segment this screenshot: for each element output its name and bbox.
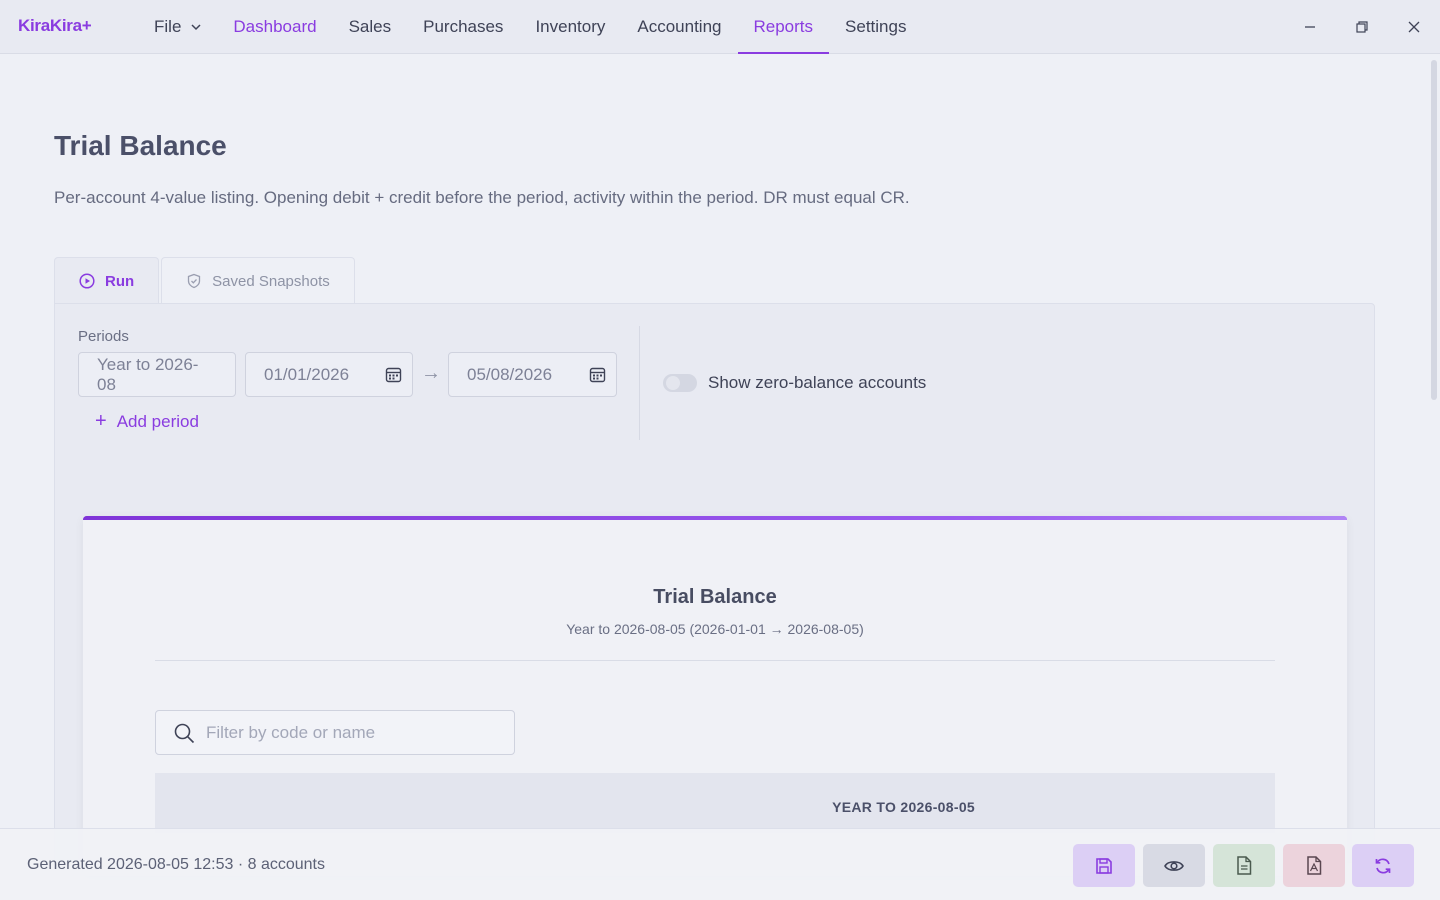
calendar-icon[interactable] — [385, 366, 402, 383]
tab-run-label: Run — [105, 272, 135, 290]
menu-settings[interactable]: Settings — [829, 0, 922, 54]
scrollbar[interactable] — [1426, 54, 1440, 828]
menu-sales[interactable]: Sales — [333, 0, 408, 54]
export-csv-button[interactable] — [1213, 844, 1275, 887]
tab-snapshots-label: Saved Snapshots — [212, 272, 330, 290]
menu-file-label: File — [154, 17, 182, 36]
minimize-icon — [1305, 26, 1315, 28]
tab-run[interactable]: Run — [54, 257, 160, 304]
save-snapshot-button[interactable] — [1073, 844, 1135, 887]
close-icon — [1408, 21, 1420, 33]
toggle-knob — [666, 376, 680, 390]
minimize-button[interactable] — [1284, 0, 1336, 54]
report-subtitle: Year to 2026-08-05 (2026-01-01 → 2026-08… — [566, 621, 864, 637]
end-date-input[interactable]: 05/08/2026 — [448, 352, 617, 397]
start-date-input[interactable]: 01/01/2026 — [245, 352, 413, 397]
menu-purchases[interactable]: Purchases — [407, 0, 519, 54]
page-title: Trial Balance — [54, 130, 227, 161]
period-preset-value: Year to 2026-08 — [97, 354, 199, 394]
menu-reports[interactable]: Reports — [737, 0, 830, 54]
filter-box — [155, 710, 515, 755]
main-menu: File Dashboard Sales Purchases Inventory… — [138, 0, 922, 54]
chevron-down-icon — [191, 24, 201, 31]
column-group-header: YEAR TO 2026-08-05 — [832, 799, 975, 815]
document-icon — [1237, 856, 1252, 875]
scrollbar-thumb[interactable] — [1431, 60, 1437, 400]
run-panel: Periods Year to 2026-08 01/01/2026 → 05/… — [54, 303, 1375, 876]
search-icon — [174, 723, 195, 744]
generated-status: Generated 2026-08-05 12:53 · 8 accounts — [27, 856, 325, 873]
report-tabs: Run Saved Snapshots — [54, 257, 357, 304]
export-pdf-button[interactable] — [1283, 844, 1345, 887]
restore-button[interactable] — [1336, 0, 1388, 54]
close-button[interactable] — [1388, 0, 1440, 54]
period-preset-select[interactable]: Year to 2026-08 — [78, 352, 236, 397]
periods-label: Periods — [78, 328, 129, 345]
app-logo: KiraKira+ — [18, 16, 92, 35]
menu-dashboard[interactable]: Dashboard — [217, 0, 332, 54]
table-header: YEAR TO 2026-08-05 — [155, 773, 1275, 833]
end-date-value: 05/08/2026 — [467, 364, 553, 384]
pdf-icon — [1307, 856, 1322, 875]
report-card: Trial Balance Year to 2026-08-05 (2026-0… — [83, 516, 1347, 876]
tab-saved-snapshots[interactable]: Saved Snapshots — [161, 257, 355, 304]
page-description: Per-account 4-value listing. Opening deb… — [54, 188, 910, 207]
zero-balance-toggle[interactable] — [663, 374, 697, 392]
add-period-label: Add period — [116, 411, 199, 431]
play-circle-icon — [79, 273, 95, 289]
menu-accounting[interactable]: Accounting — [621, 0, 737, 54]
save-icon — [1096, 857, 1112, 874]
report-accent-bar — [83, 516, 1347, 520]
restore-icon — [1356, 21, 1368, 33]
preview-button[interactable] — [1143, 844, 1205, 887]
menu-file[interactable]: File — [138, 0, 217, 54]
filter-input[interactable] — [206, 711, 506, 754]
start-date-value: 01/01/2026 — [264, 364, 350, 384]
add-period-button[interactable]: + Add period — [95, 410, 199, 433]
top-bar: KiraKira+ File Dashboard Sales Purchases… — [0, 0, 1440, 54]
date-range-arrow: → — [421, 362, 441, 384]
shield-check-icon — [188, 273, 201, 289]
refresh-button[interactable] — [1352, 844, 1414, 887]
panel-divider — [639, 326, 640, 440]
plus-icon: + — [95, 410, 107, 432]
zero-balance-label[interactable]: Show zero-balance accounts — [708, 373, 926, 393]
report-title: Trial Balance — [653, 586, 777, 608]
report-divider — [155, 660, 1275, 661]
calendar-icon[interactable] — [589, 366, 606, 383]
refresh-icon — [1375, 858, 1391, 873]
menu-inventory[interactable]: Inventory — [519, 0, 621, 54]
eye-icon — [1164, 860, 1184, 871]
footer-bar: Generated 2026-08-05 12:53 · 8 accounts — [0, 828, 1440, 900]
